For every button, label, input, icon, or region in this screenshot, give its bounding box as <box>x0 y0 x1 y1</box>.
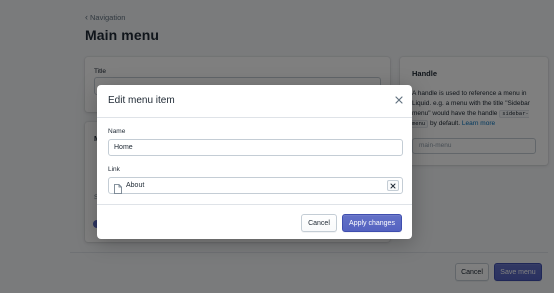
link-field[interactable]: About <box>108 177 403 194</box>
modal-footer: Cancel Apply changes <box>97 204 412 239</box>
name-label: Name <box>108 128 126 135</box>
clear-link-button[interactable] <box>387 180 399 191</box>
modal-cancel-button[interactable]: Cancel <box>301 214 337 232</box>
page-document-icon <box>114 181 122 194</box>
close-icon[interactable] <box>392 93 406 107</box>
modal-header: Edit menu item <box>97 85 412 118</box>
name-input[interactable]: Home <box>108 139 403 156</box>
link-value: About <box>126 182 145 189</box>
edit-menu-item-modal: Edit menu item Name Home Link About Canc… <box>97 85 412 239</box>
apply-changes-button[interactable]: Apply changes <box>342 214 402 232</box>
close-icon <box>390 183 396 188</box>
modal-title: Edit menu item <box>108 95 175 106</box>
link-label: Link <box>108 166 120 173</box>
